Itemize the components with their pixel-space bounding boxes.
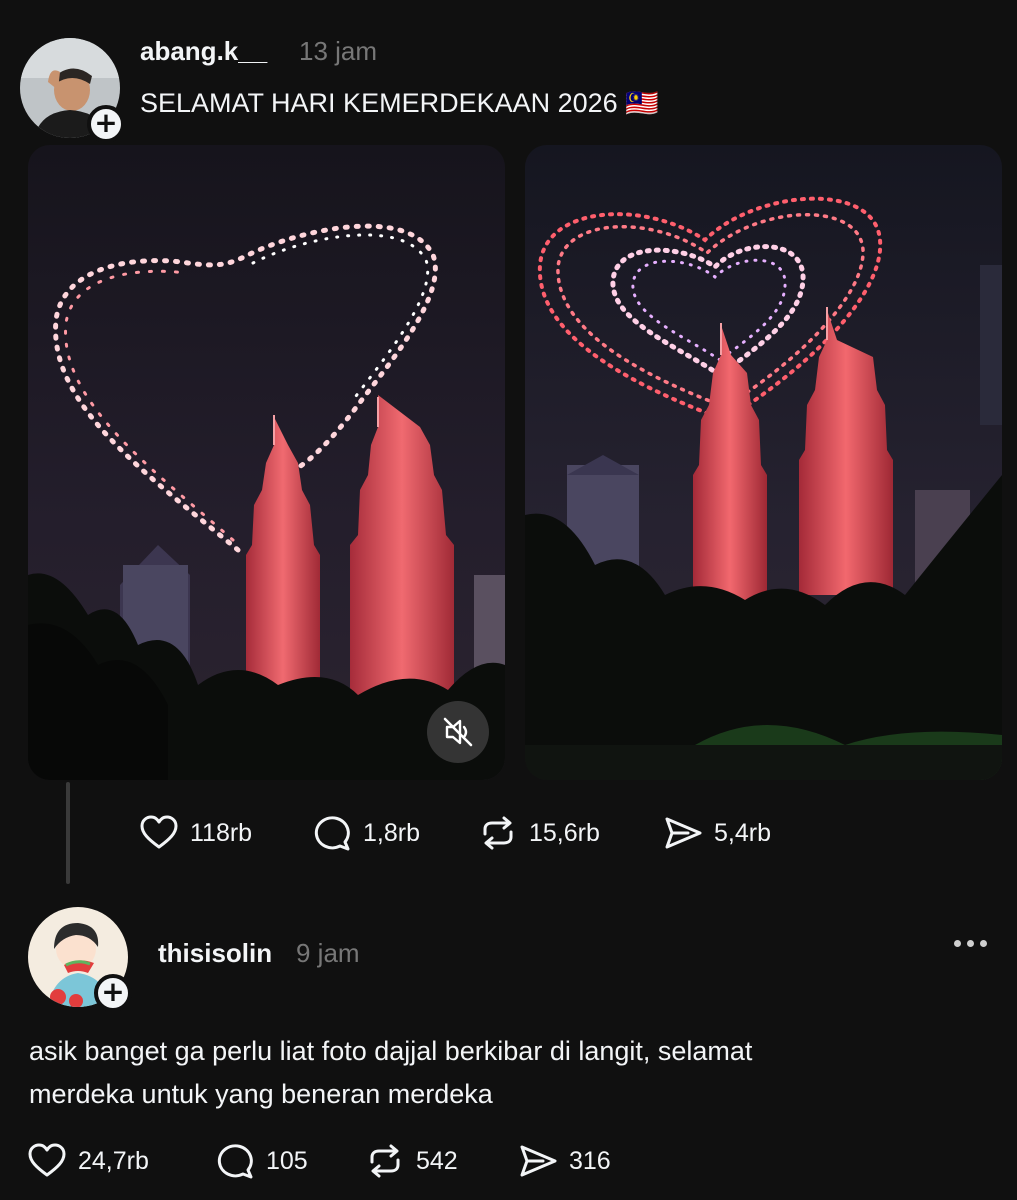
paper-plane-icon (520, 1145, 557, 1177)
post-2: + thisisolin 9 jam asik banget ga perlu … (0, 0, 1017, 1200)
comment-button[interactable]: 105 (214, 1140, 364, 1182)
heart-icon (28, 1143, 66, 1177)
username[interactable]: thisisolin (158, 938, 272, 969)
follow-plus-icon[interactable]: + (94, 974, 132, 1012)
comment-count: 105 (266, 1146, 308, 1175)
post-actions: 24,7rb 105 542 316 (26, 1140, 611, 1182)
more-dots-icon[interactable] (954, 940, 987, 947)
post-time: 9 jam (296, 938, 360, 968)
like-button[interactable]: 24,7rb (26, 1140, 214, 1182)
reply-text-line-1: asik banget ga perlu liat foto dajjal be… (29, 1036, 753, 1066)
share-button[interactable]: 316 (517, 1140, 611, 1182)
speech-bubble-icon (217, 1144, 253, 1179)
reply-text-line-2: merdeka untuk yang beneran merdeka (29, 1079, 493, 1109)
like-count: 24,7rb (78, 1146, 149, 1175)
repost-arrows-icon (370, 1144, 400, 1178)
repost-count: 542 (416, 1146, 458, 1175)
share-count: 316 (569, 1146, 611, 1175)
repost-button[interactable]: 542 (364, 1140, 517, 1182)
